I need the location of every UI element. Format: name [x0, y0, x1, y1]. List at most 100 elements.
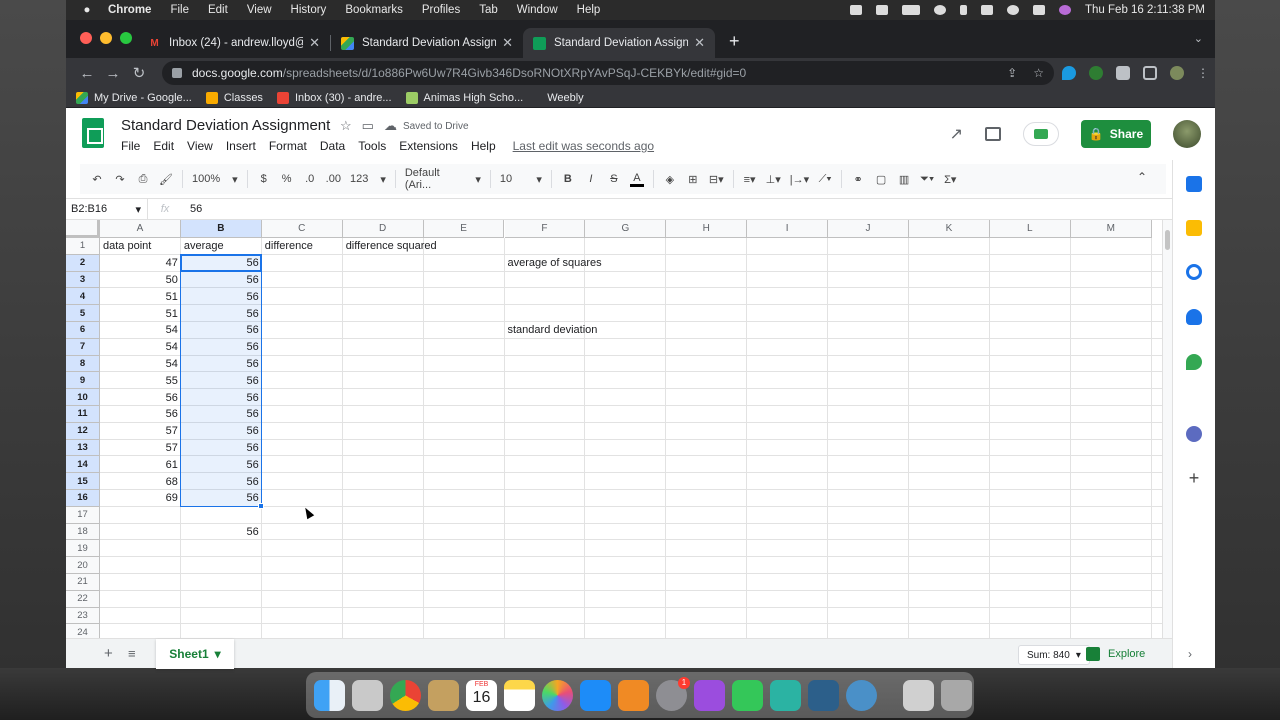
column-header-m[interactable]: M — [1070, 220, 1152, 238]
fill-color-icon[interactable]: ◈ — [663, 173, 677, 186]
minimize-window-button[interactable] — [100, 32, 112, 44]
menubar-item-help[interactable]: Help — [577, 4, 601, 16]
cell-a7[interactable]: 54 — [100, 339, 181, 356]
cell-a6[interactable]: 54 — [100, 322, 181, 339]
puzzle-icon[interactable] — [1116, 66, 1130, 80]
font-select[interactable]: Default (Ari... ▾ — [405, 167, 481, 191]
row-header-19[interactable]: 19 — [66, 540, 100, 558]
percent-format-button[interactable]: % — [280, 173, 294, 185]
row-header-3[interactable]: 3 — [66, 271, 100, 289]
text-color-icon[interactable]: A — [629, 172, 644, 187]
column-header-g[interactable]: G — [585, 220, 667, 238]
photos-icon[interactable] — [542, 679, 573, 711]
strikethrough-icon[interactable]: S — [607, 173, 621, 185]
menubar-item-view[interactable]: View — [247, 4, 272, 16]
back-icon[interactable]: ← — [74, 65, 100, 82]
keep-icon[interactable] — [1186, 220, 1202, 236]
bookmark-weebly[interactable]: Weebly — [547, 92, 583, 104]
sheets-logo-icon[interactable] — [82, 118, 104, 148]
close-tab-icon[interactable]: ✕ — [502, 35, 513, 51]
forward-icon[interactable]: → — [100, 65, 126, 82]
cell-a14[interactable]: 61 — [100, 456, 181, 473]
vertical-scrollbar[interactable] — [1162, 220, 1172, 638]
system-preferences-icon[interactable]: 1 — [656, 676, 690, 711]
column-header-l[interactable]: L — [989, 220, 1071, 238]
menu-file[interactable]: File — [121, 139, 140, 153]
row-header-20[interactable]: 20 — [66, 557, 100, 574]
cell-b1[interactable]: average — [181, 238, 227, 255]
menu-edit[interactable]: Edit — [153, 139, 174, 153]
menubar-item-file[interactable]: File — [170, 4, 189, 16]
share-button[interactable]: 🔒 Share — [1081, 120, 1151, 148]
url-input[interactable]: docs.google.com /spreadsheets/d/1o886Pw6… — [162, 61, 1054, 85]
formula-input[interactable]: 56 — [182, 203, 202, 215]
cell-b7[interactable]: 56 — [181, 339, 262, 356]
column-header-i[interactable]: I — [747, 220, 829, 238]
menu-insert[interactable]: Insert — [226, 139, 256, 153]
contacts-icon[interactable] — [428, 679, 459, 711]
cell-b18[interactable]: 56 — [181, 524, 262, 541]
bookmark-classes[interactable]: Classes — [205, 91, 263, 104]
cell-b6[interactable]: 56 — [181, 322, 262, 339]
cell-a15[interactable]: 68 — [100, 473, 181, 490]
screencast-app-icon[interactable] — [770, 679, 801, 711]
cell-a8[interactable]: 54 — [100, 356, 181, 373]
font-size-select[interactable]: 10 ▾ — [500, 173, 542, 186]
cell-a5[interactable]: 51 — [100, 305, 181, 322]
account-avatar[interactable] — [1173, 120, 1201, 148]
downloads-stack-icon[interactable] — [903, 679, 934, 711]
cell-a3[interactable]: 50 — [100, 272, 181, 289]
cell-a9[interactable]: 55 — [100, 372, 181, 389]
menubar-item-bookmarks[interactable]: Bookmarks — [345, 4, 403, 16]
menu-help[interactable]: Help — [471, 139, 496, 153]
print-icon[interactable]: ⎙ — [136, 173, 150, 186]
trash-icon[interactable] — [941, 679, 972, 711]
undo-icon[interactable]: ↶ — [90, 173, 104, 186]
row-header-7[interactable]: 7 — [66, 338, 100, 356]
row-header-22[interactable]: 22 — [66, 590, 100, 608]
menubar-item-tab[interactable]: Tab — [479, 4, 498, 16]
menubar-item-edit[interactable]: Edit — [208, 4, 228, 16]
last-edit-link[interactable]: Last edit was seconds ago — [513, 139, 654, 153]
app-store-icon[interactable] — [580, 679, 611, 711]
cell-b5[interactable]: 56 — [181, 305, 262, 322]
cell-b16[interactable]: 56 — [181, 490, 262, 507]
row-header-23[interactable]: 23 — [66, 607, 100, 625]
activity-trend-icon[interactable]: ↗ — [950, 124, 963, 144]
notes-icon[interactable] — [504, 679, 535, 711]
row-header-6[interactable]: 6 — [66, 322, 100, 339]
bookmark-my-drive[interactable]: My Drive - Google... — [76, 91, 192, 104]
cell-a13[interactable]: 57 — [100, 440, 181, 457]
tasks-icon[interactable] — [1186, 264, 1202, 280]
cell-a11[interactable]: 56 — [100, 406, 181, 423]
bookmark-inbox[interactable]: Inbox (30) - andre... — [276, 91, 392, 104]
podcasts-icon[interactable] — [694, 679, 725, 711]
doc-title[interactable]: Standard Deviation Assignment — [121, 117, 330, 134]
row-header-17[interactable]: 17 — [66, 506, 100, 524]
books-icon[interactable] — [618, 679, 649, 711]
row-header-4[interactable]: 4 — [66, 288, 100, 306]
row-header-16[interactable]: 16 — [66, 490, 100, 507]
cell-c1[interactable]: difference — [262, 238, 316, 255]
cell-b11[interactable]: 56 — [181, 406, 262, 423]
browser-tab-gmail[interactable]: M Inbox (24) - andrew.lloyd@ani ✕ — [138, 28, 330, 58]
cell-a4[interactable]: 51 — [100, 288, 181, 305]
row-header-5[interactable]: 5 — [66, 305, 100, 322]
cell-b8[interactable]: 56 — [181, 356, 262, 373]
column-header-f[interactable]: F — [504, 220, 586, 238]
more-formats-select[interactable]: 123 ▾ — [350, 173, 386, 186]
cell-a16[interactable]: 69 — [100, 490, 181, 507]
row-header-15[interactable]: 15 — [66, 473, 100, 490]
menubar-clock[interactable]: Thu Feb 16 2:11:38 PM — [1085, 4, 1205, 16]
horizontal-align-icon[interactable]: ≡▾ — [743, 173, 757, 186]
close-tab-icon[interactable]: ✕ — [309, 35, 320, 51]
apple-icon[interactable]: ● — [80, 4, 94, 16]
column-header-e[interactable]: E — [423, 220, 505, 238]
menubar-app-name[interactable]: Chrome — [108, 4, 151, 16]
meet-button[interactable] — [1023, 122, 1059, 146]
profile-avatar-icon[interactable] — [1170, 66, 1184, 80]
extension-green-icon[interactable] — [1089, 66, 1103, 80]
maps-icon[interactable] — [1186, 354, 1202, 370]
insert-comment-icon[interactable]: ▢ — [874, 173, 888, 186]
column-header-k[interactable]: K — [909, 220, 990, 238]
